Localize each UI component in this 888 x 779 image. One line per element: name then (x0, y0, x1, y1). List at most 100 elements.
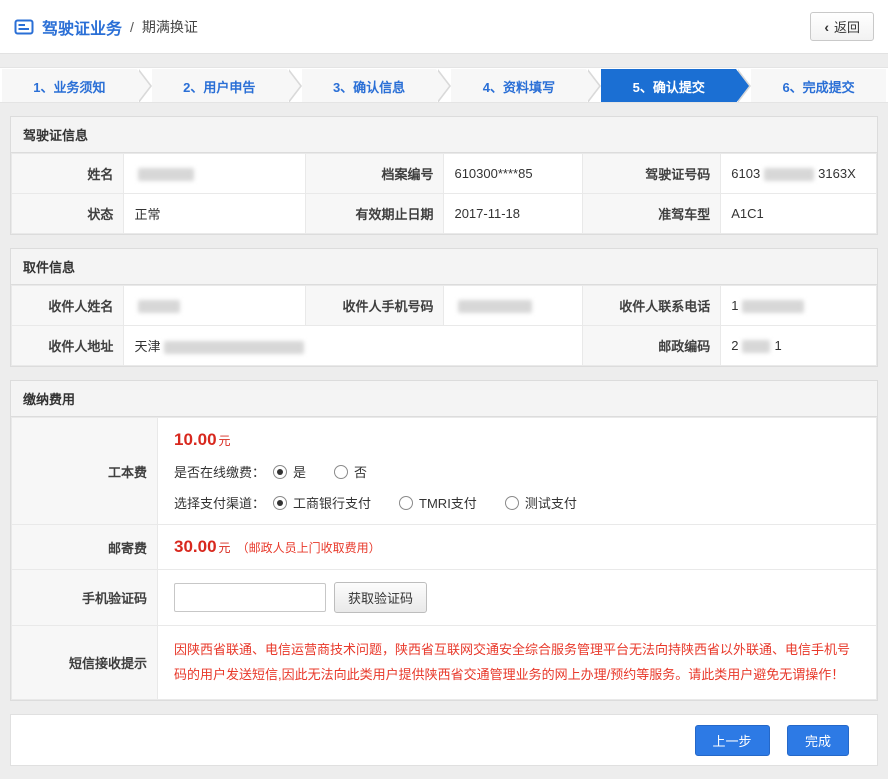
sms-code-input[interactable] (174, 583, 326, 612)
license-number-suffix: 3163X (818, 166, 856, 181)
status-label: 状态 (12, 194, 124, 234)
section-title-payment: 缴纳费用 (11, 381, 877, 417)
payment-table: 工本费 10.00 元 是否在线缴费： 是 否 (11, 417, 877, 700)
redacted-postcode (742, 340, 770, 353)
radio-online-yes-label: 是 (293, 462, 306, 481)
recipient-mobile-value (444, 286, 582, 326)
phone-prefix: 1 (731, 298, 738, 313)
footer-actions: 上一步 完成 (10, 714, 878, 766)
postcode-value: 21 (721, 326, 877, 366)
license-number-value: 6103 3163X (721, 154, 877, 194)
step-4-fill-data: 4、资料填写 (451, 69, 586, 103)
file-number-value: 610300****85 (444, 154, 582, 194)
radio-channel-test[interactable]: 测试支付 (505, 493, 577, 512)
previous-step-button[interactable]: 上一步 (695, 725, 770, 756)
table-row: 短信接收提示 因陕西省联通、电信运营商技术问题，陕西省互联网交通安全综合服务管理… (12, 626, 877, 700)
recipient-mobile-label: 收件人手机号码 (306, 286, 444, 326)
expiry-value: 2017-11-18 (444, 194, 582, 234)
radio-selected-icon (273, 496, 287, 510)
fee-unit: 元 (219, 432, 231, 449)
address-prefix: 天津 (134, 339, 160, 354)
radio-online-pay-no[interactable]: 否 (334, 462, 367, 481)
fee-cell: 10.00 元 是否在线缴费： 是 否 (158, 418, 877, 525)
sms-tip-text: 因陕西省联通、电信运营商技术问题，陕西省互联网交通安全综合服务管理平台无法向持陕… (174, 638, 860, 687)
get-sms-code-button[interactable]: 获取验证码 (334, 582, 427, 613)
table-row: 手机验证码 获取验证码 (12, 570, 877, 626)
license-info-section: 驾驶证信息 姓名 档案编号 610300****85 驾驶证号码 6103316… (10, 116, 878, 235)
address-value: 天津 (124, 326, 582, 366)
back-button-label: 返回 (834, 17, 860, 36)
radio-channel-icbc[interactable]: 工商银行支付 (273, 493, 371, 512)
license-number-prefix: 6103 (731, 166, 760, 181)
radio-unselected-icon (505, 496, 519, 510)
sms-tip-label: 短信接收提示 (12, 626, 158, 700)
page-subtitle: 期满换证 (142, 17, 198, 37)
postcode-suffix: 1 (774, 338, 781, 353)
pickup-info-table: 收件人姓名 收件人手机号码 收件人联系电话 1 收件人地址 天津 邮政编码 21 (11, 285, 877, 366)
vehicle-class-label: 准驾车型 (582, 194, 720, 234)
chevron-left-icon: ‹ (824, 20, 829, 34)
radio-channel-tmri-label: TMRI支付 (419, 493, 477, 512)
fee-price: 10.00 元 (174, 430, 860, 450)
postage-amount: 30.00 (174, 537, 217, 557)
section-title-pickup-info: 取件信息 (11, 249, 877, 285)
table-row: 姓名 档案编号 610300****85 驾驶证号码 61033163X (12, 154, 877, 194)
license-info-table: 姓名 档案编号 610300****85 驾驶证号码 61033163X 状态 … (11, 153, 877, 234)
name-value (124, 154, 306, 194)
radio-channel-icbc-label: 工商银行支付 (293, 493, 371, 512)
radio-online-no-label: 否 (354, 462, 367, 481)
address-label: 收件人地址 (12, 326, 124, 366)
page-header: 驾驶证业务 / 期满换证 ‹ 返回 (0, 0, 888, 54)
table-row: 收件人姓名 收件人手机号码 收件人联系电话 1 (12, 286, 877, 326)
postage-price: 30.00 元 （邮政人员上门收取费用） (174, 537, 860, 557)
postage-note: （邮政人员上门收取费用） (237, 539, 381, 556)
recipient-phone-label: 收件人联系电话 (582, 286, 720, 326)
postcode-prefix: 2 (731, 338, 738, 353)
pay-channel-row: 选择支付渠道： 工商银行支付 TMRI支付 测试支付 (174, 493, 860, 512)
redacted-phone (742, 300, 804, 313)
back-button[interactable]: ‹ 返回 (810, 12, 874, 41)
sms-code-cell: 获取验证码 (158, 570, 877, 626)
sms-tip-cell: 因陕西省联通、电信运营商技术问题，陕西省互联网交通安全综合服务管理平台无法向持陕… (158, 626, 877, 700)
step-label: 4、资料填写 (483, 77, 555, 96)
radio-unselected-icon (334, 465, 348, 479)
step-label: 2、用户申告 (183, 77, 255, 96)
payment-section: 缴纳费用 工本费 10.00 元 是否在线缴费： 是 (10, 380, 878, 701)
expiry-label: 有效期止日期 (306, 194, 444, 234)
postage-unit: 元 (219, 539, 231, 556)
step-6-complete-submit: 6、完成提交 (751, 69, 886, 103)
radio-channel-test-label: 测试支付 (525, 493, 577, 512)
redacted-license-number (764, 168, 814, 181)
recipient-phone-value: 1 (721, 286, 877, 326)
radio-selected-icon (273, 465, 287, 479)
postage-cell: 30.00 元 （邮政人员上门收取费用） (158, 525, 877, 570)
vehicle-class-value: A1C1 (721, 194, 877, 234)
license-card-icon (14, 19, 34, 35)
step-wizard: 1、业务须知 2、用户申告 3、确认信息 4、资料填写 5、确认提交 6、完成提… (0, 67, 888, 103)
radio-online-pay-yes[interactable]: 是 (273, 462, 306, 481)
table-row: 工本费 10.00 元 是否在线缴费： 是 否 (12, 418, 877, 525)
table-row: 邮寄费 30.00 元 （邮政人员上门收取费用） (12, 525, 877, 570)
radio-channel-tmri[interactable]: TMRI支付 (399, 493, 477, 512)
postcode-label: 邮政编码 (582, 326, 720, 366)
redacted-name (138, 168, 194, 181)
online-pay-question-row: 是否在线缴费： 是 否 (174, 462, 860, 481)
step-label: 5、确认提交 (633, 77, 705, 96)
step-label: 1、业务须知 (33, 77, 105, 96)
pay-channel-question: 选择支付渠道： (174, 493, 265, 512)
license-number-label: 驾驶证号码 (582, 154, 720, 194)
table-row: 状态 正常 有效期止日期 2017-11-18 准驾车型 A1C1 (12, 194, 877, 234)
breadcrumb: 驾驶证业务 / 期满换证 (14, 15, 198, 39)
recipient-name-label: 收件人姓名 (12, 286, 124, 326)
pickup-info-section: 取件信息 收件人姓名 收件人手机号码 收件人联系电话 1 收件人地址 天津 邮政… (10, 248, 878, 367)
redacted-mobile (458, 300, 532, 313)
radio-unselected-icon (399, 496, 413, 510)
table-row: 收件人地址 天津 邮政编码 21 (12, 326, 877, 366)
breadcrumb-separator: / (130, 19, 134, 35)
redacted-address (164, 341, 304, 354)
page-title: 驾驶证业务 (42, 15, 122, 39)
step-1-business-notice: 1、业务须知 (2, 69, 137, 103)
finish-button[interactable]: 完成 (787, 725, 849, 756)
redacted-recipient-name (138, 300, 180, 313)
step-5-confirm-submit: 5、确认提交 (601, 69, 736, 103)
